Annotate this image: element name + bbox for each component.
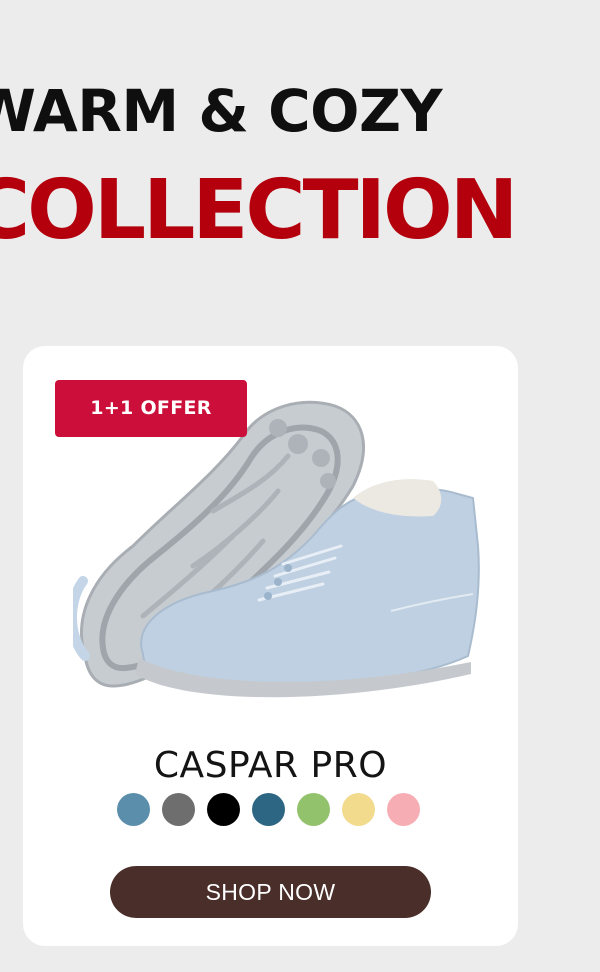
product-title[interactable]: CASPAR PRO (23, 748, 518, 784)
color-swatch[interactable] (342, 793, 375, 826)
color-swatch[interactable] (162, 793, 195, 826)
product-card[interactable]: 1+1 OFFER CASPAR PRO SHOP NOW (23, 346, 518, 946)
collection-heading: COLLECTION (0, 163, 518, 258)
shop-now-button[interactable]: SHOP NOW (110, 866, 431, 918)
color-swatch[interactable] (297, 793, 330, 826)
hero-heading: WARM & COZY (0, 77, 443, 145)
color-swatch[interactable] (207, 793, 240, 826)
product-image[interactable] (73, 386, 493, 726)
color-swatch-list (117, 793, 420, 826)
color-swatch[interactable] (252, 793, 285, 826)
color-swatch[interactable] (117, 793, 150, 826)
color-swatch[interactable] (387, 793, 420, 826)
offer-badge: 1+1 OFFER (55, 380, 247, 437)
